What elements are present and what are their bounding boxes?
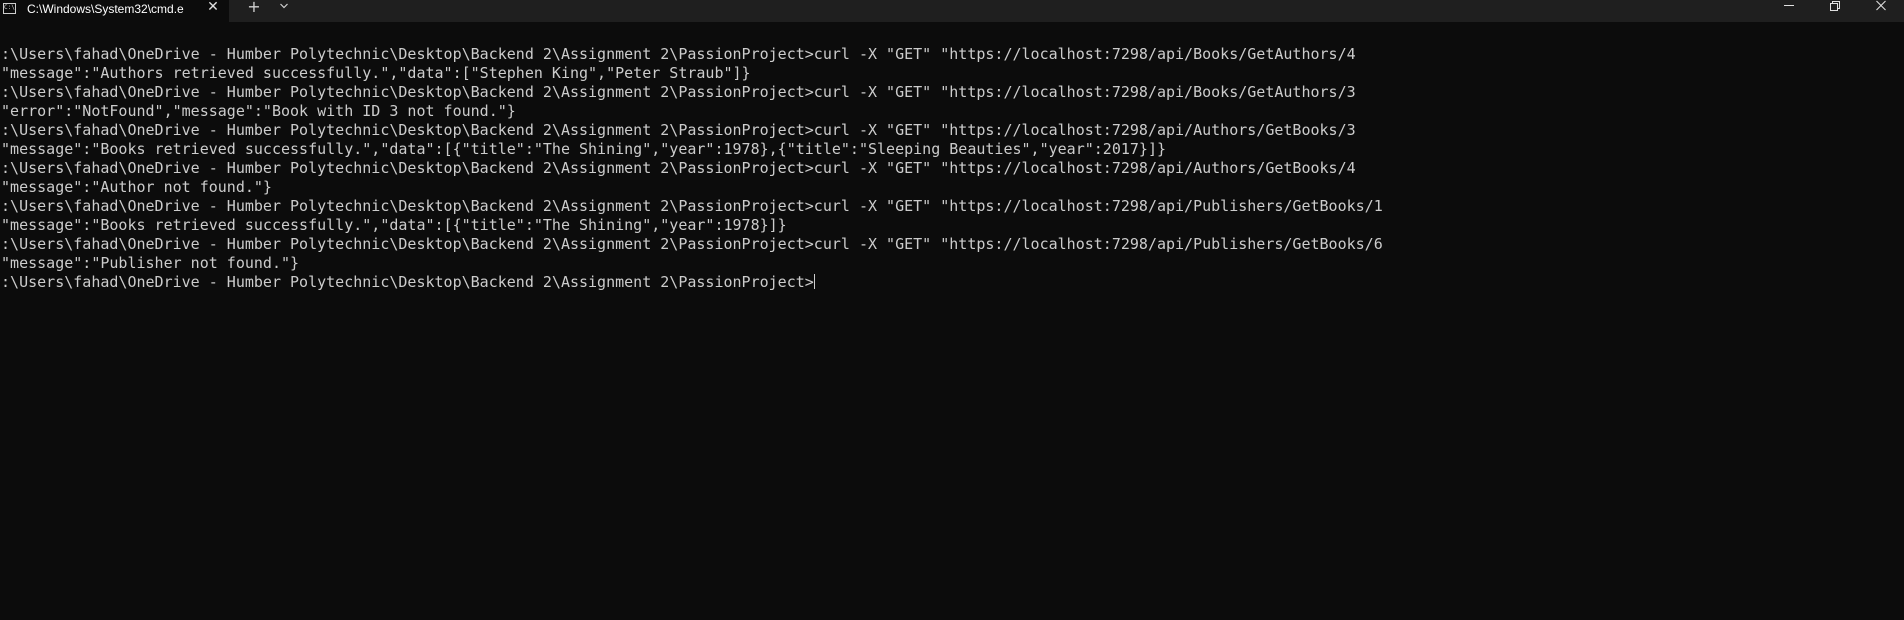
command-line: C:\Users\fahad\OneDrive - Humber Polytec…: [0, 159, 1356, 177]
command-line: C:\Users\fahad\OneDrive - Humber Polytec…: [0, 121, 1356, 139]
minimize-icon[interactable]: [1766, 0, 1812, 14]
terminal-output[interactable]: C:\Users\fahad\OneDrive - Humber Polytec…: [0, 45, 1904, 615]
response-line: {"message":"Books retrieved successfully…: [0, 140, 1166, 158]
text-cursor: [813, 274, 815, 289]
response-line: {"message":"Author not found."}: [0, 178, 272, 196]
response-line: {"error":"NotFound","message":"Book with…: [0, 102, 516, 120]
response-line: {"message":"Books retrieved successfully…: [0, 216, 787, 234]
restore-icon[interactable]: [1812, 0, 1858, 14]
cmd-icon: C:\: [3, 3, 16, 14]
new-tab-button[interactable]: +: [246, 0, 262, 15]
response-line: {"message":"Authors retrieved successful…: [0, 64, 751, 82]
prompt: C:\Users\fahad\OneDrive - Humber Polytec…: [0, 273, 814, 291]
chevron-down-icon[interactable]: [276, 0, 292, 14]
command-line: C:\Users\fahad\OneDrive - Humber Polytec…: [0, 45, 1356, 63]
response-line: {"message":"Publisher not found."}: [0, 254, 300, 272]
close-icon[interactable]: [1858, 0, 1904, 14]
command-line: C:\Users\fahad\OneDrive - Humber Polytec…: [0, 197, 1383, 215]
prompt-line[interactable]: C:\Users\fahad\OneDrive - Humber Polytec…: [0, 273, 1904, 292]
command-line: C:\Users\fahad\OneDrive - Humber Polytec…: [0, 83, 1356, 101]
tab-title: C:\Windows\System32\cmd.e: [27, 2, 184, 16]
tab-cmd[interactable]: C:\ C:\Windows\System32\cmd.e ✕: [0, 0, 229, 22]
command-line: C:\Users\fahad\OneDrive - Humber Polytec…: [0, 235, 1383, 253]
title-bar: C:\ C:\Windows\System32\cmd.e ✕ +: [0, 0, 1904, 22]
close-tab-icon[interactable]: ✕: [205, 0, 221, 14]
